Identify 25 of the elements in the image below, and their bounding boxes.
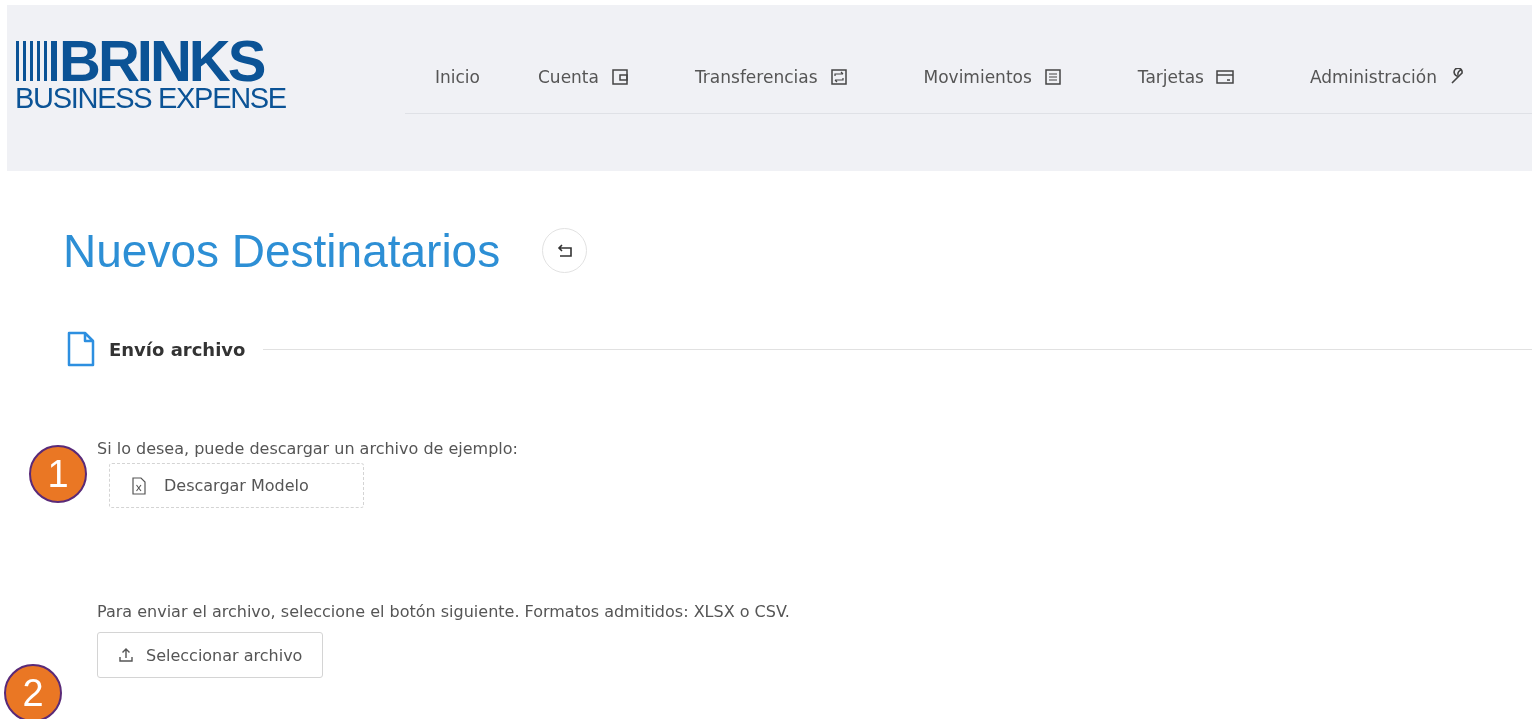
- nav-link[interactable]: Inicio: [405, 60, 480, 94]
- section-title: Envío archivo: [109, 338, 246, 360]
- upload-icon: [118, 647, 134, 663]
- instruction-text: Si lo desea, puede descargar un archivo de ejemplo:: [97, 439, 519, 459]
- download-button[interactable]: Descargar Modelo: [109, 463, 364, 508]
- nav-link[interactable]: Administración: [1279, 60, 1467, 94]
- arrows-cycle-icon: [829, 68, 848, 86]
- spreadsheet-file-icon: [132, 476, 146, 495]
- page-title: Nuevos Destinatarios: [63, 223, 501, 278]
- back-button[interactable]: [542, 228, 588, 273]
- brand-logo: BRINKS BUSINESS EXPENSE: [15, 40, 285, 114]
- return-arrow-icon: [556, 243, 573, 258]
- step-number-badge: 2: [4, 664, 62, 719]
- upload-button[interactable]: Seleccionar archivo: [97, 632, 324, 678]
- wallet-icon: [610, 68, 629, 86]
- nav-link[interactable]: Movimientos: [893, 60, 1062, 94]
- instruction-text: Para enviar el archivo, seleccione el botón siguiente. Formatos admitidos: XLSX o CSV.: [97, 601, 791, 623]
- list-icon: [1043, 68, 1062, 86]
- nav-link[interactable]: Tarjetas: [1107, 60, 1234, 94]
- nav-link[interactable]: Cuenta: [508, 60, 629, 94]
- barcode-stripes-icon: [15, 41, 59, 81]
- document-icon: [67, 331, 95, 367]
- step-number-badge: 1: [29, 445, 87, 503]
- nav-link[interactable]: Transferencias: [664, 60, 848, 94]
- card-icon: [1215, 68, 1234, 86]
